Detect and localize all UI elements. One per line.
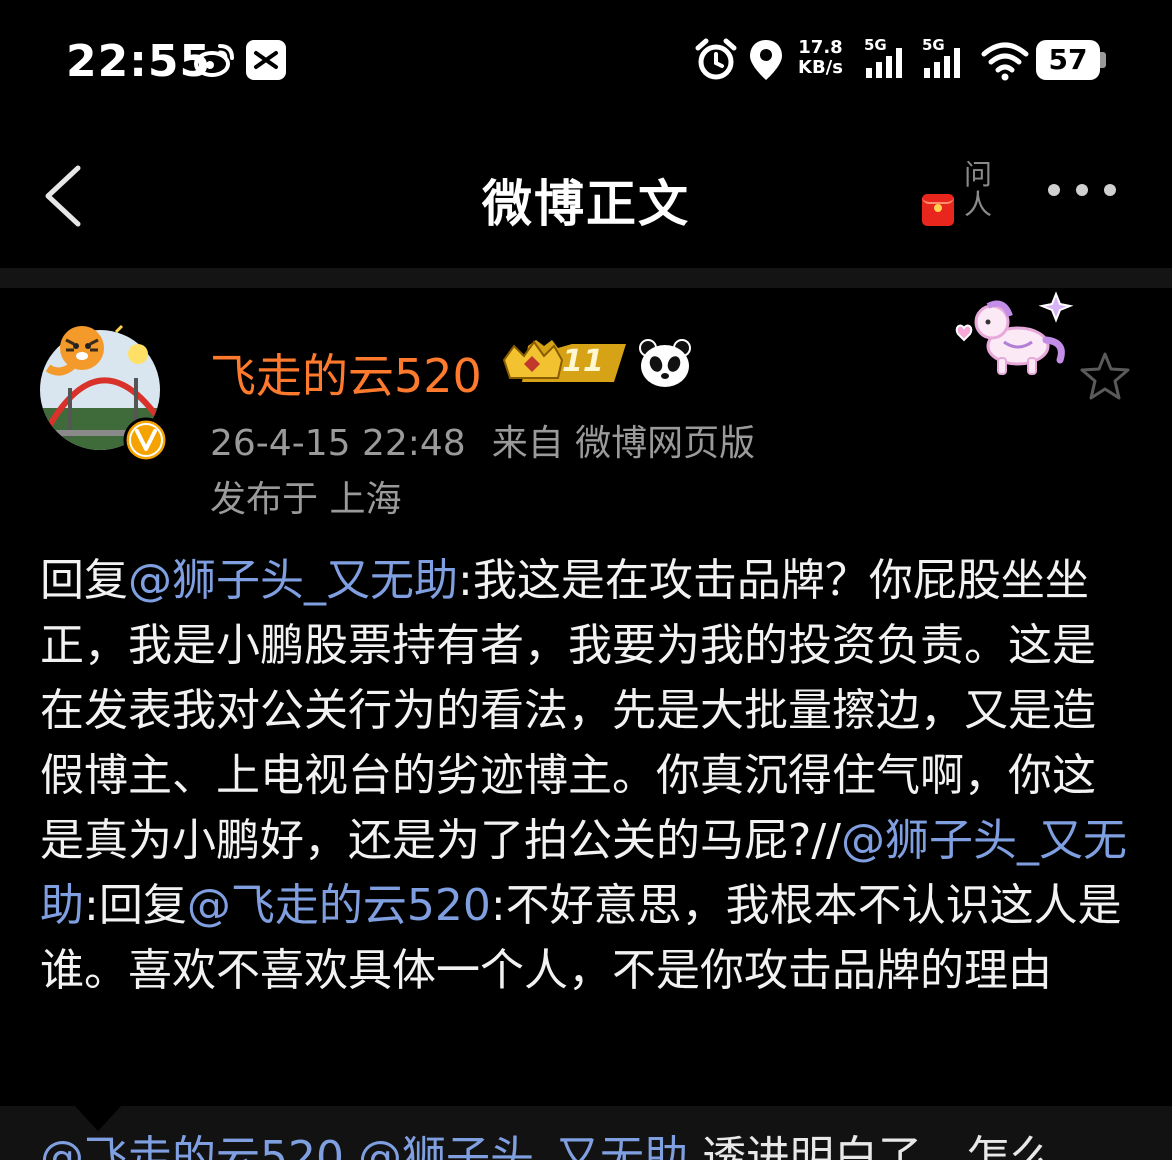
red-packet-icon bbox=[922, 194, 954, 226]
red-packet-ask-icon[interactable]: 问人 bbox=[920, 158, 1000, 230]
nav-bar: 微博正文 问人 bbox=[0, 120, 1172, 268]
net-speed: 17.8 KB/s bbox=[798, 38, 843, 78]
mention-link[interactable]: @飞走的云520 bbox=[40, 1132, 344, 1160]
post-location: 发布于 上海 bbox=[210, 479, 402, 520]
screen: 22:55 17.8 KB/s 5G 5G 57 微博正文 问人 飞走的云520… bbox=[0, 0, 1172, 1160]
weibo-icon bbox=[194, 44, 234, 77]
mention-link[interactable]: @狮子头_又无助 bbox=[358, 1132, 688, 1160]
post-source: 来自 微博网页版 bbox=[491, 423, 756, 464]
alarm-icon bbox=[695, 38, 737, 80]
net-speed-unit: KB/s bbox=[798, 57, 843, 78]
level-badge[interactable]: 11 bbox=[502, 338, 628, 388]
post-meta: 26-4-15 22:48 来自 微博网页版 bbox=[210, 414, 781, 466]
mention-link[interactable]: @飞走的云520 bbox=[187, 880, 491, 931]
author-name[interactable]: 飞走的云520 bbox=[210, 340, 482, 406]
pony-sticker bbox=[955, 291, 1074, 375]
level-number: 11 bbox=[562, 344, 604, 379]
repost-preview-tail: 透进明白了，怎么 bbox=[701, 1132, 1054, 1160]
strip-notch bbox=[74, 1105, 122, 1131]
panda-icon bbox=[639, 339, 691, 387]
close-app-icon bbox=[246, 40, 286, 80]
signal-icon: 5G bbox=[920, 36, 970, 82]
location-icon bbox=[750, 40, 782, 80]
verified-badge bbox=[123, 417, 169, 463]
content-text: 回复 bbox=[40, 555, 128, 606]
avatar[interactable]: V bbox=[38, 318, 172, 463]
signal-icon: 5G bbox=[862, 36, 912, 82]
battery-level: 57 bbox=[1036, 40, 1100, 80]
post-time: 26-4-15 22:48 bbox=[210, 423, 466, 464]
wifi-icon bbox=[981, 42, 1029, 81]
ask-label: 问人 bbox=[963, 158, 992, 221]
battery-icon: 57 bbox=[1036, 40, 1106, 80]
battery-tip bbox=[1100, 52, 1106, 68]
status-time: 22:55 bbox=[66, 36, 212, 87]
mention-link[interactable]: @狮子头_又无助 bbox=[128, 555, 458, 606]
content-text: :回复 bbox=[84, 880, 187, 931]
section-divider bbox=[0, 268, 1172, 288]
star-icon[interactable] bbox=[1078, 350, 1132, 402]
repost-preview-text: @飞走的云520 @狮子头_又无助 透进明白了，怎么 bbox=[40, 1136, 1054, 1160]
net-speed-value: 17.8 bbox=[798, 37, 843, 58]
more-icon[interactable] bbox=[1046, 182, 1118, 198]
status-bar: 22:55 17.8 KB/s 5G 5G 57 bbox=[0, 0, 1172, 120]
red-packet-coin bbox=[934, 204, 942, 212]
red-packet-flap bbox=[922, 194, 954, 204]
repost-preview[interactable]: @飞走的云520 @狮子头_又无助 透进明白了，怎么 bbox=[0, 1105, 1172, 1160]
post-content: 回复@狮子头_又无助:我这是在攻击品牌？你屁股坐坐正，我是小鹏股票持有者，我要为… bbox=[40, 548, 1132, 1003]
